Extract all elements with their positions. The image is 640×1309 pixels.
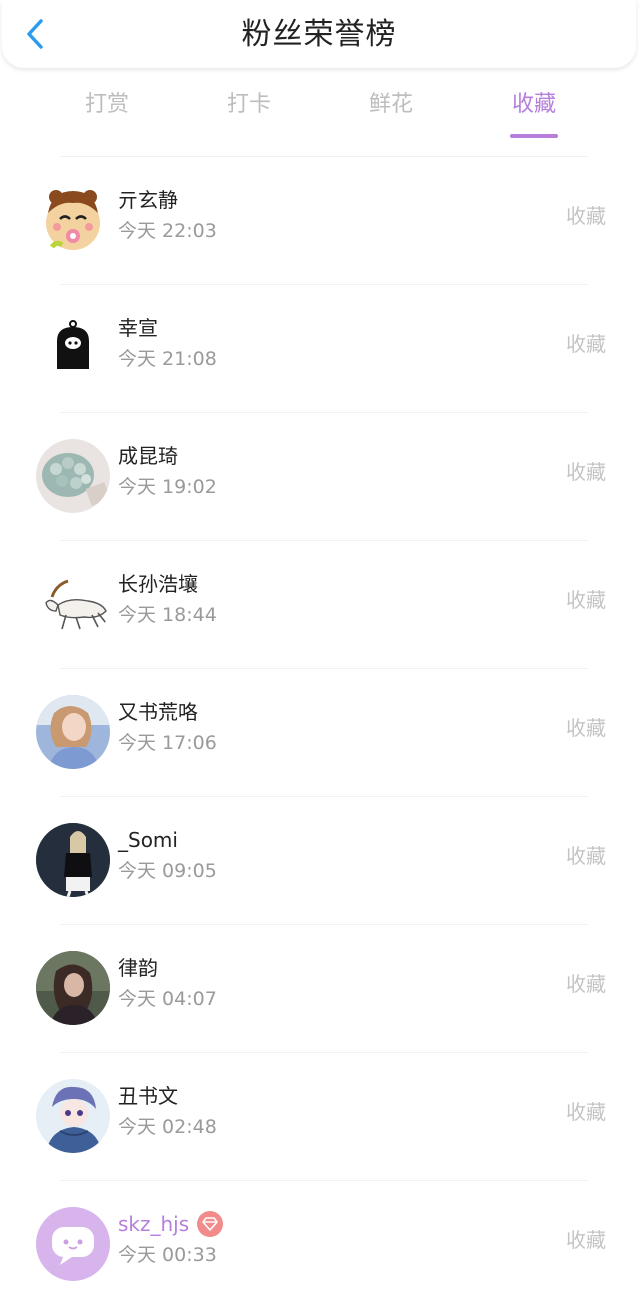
flower-bouquet-avatar[interactable]	[36, 439, 110, 513]
tab-favorites-label: 收藏	[511, 92, 556, 117]
dark-portrait-avatar[interactable]	[36, 951, 110, 1025]
list-item[interactable]: skz_hjs 今天 00:33 收藏	[0, 1181, 640, 1309]
fan-name[interactable]: skz_hjs	[118, 1209, 189, 1239]
fan-name[interactable]: 律韵	[118, 953, 158, 983]
fan-time: 今天 17:06	[118, 732, 217, 754]
action-label: 收藏	[566, 588, 606, 612]
fan-name[interactable]: 亓玄静	[118, 185, 178, 215]
action-label: 收藏	[566, 332, 606, 356]
fan-list: 亓玄静 今天 22:03 收藏 幸宣 今天 21:08 收藏 成昆琦 今天 19…	[0, 157, 640, 1309]
action-label: 收藏	[566, 844, 606, 868]
page-title: 粉丝荣誉榜	[241, 17, 397, 52]
name-line: 丑书文	[118, 1081, 178, 1111]
anime-boy-avatar[interactable]	[36, 1079, 110, 1153]
tab-bar: 打赏 打卡 鲜花 收藏	[0, 84, 640, 144]
tab-flowers[interactable]: 鲜花	[341, 90, 441, 120]
action-label: 收藏	[566, 1100, 606, 1124]
fan-time: 今天 22:03	[118, 220, 217, 242]
action-label: 收藏	[566, 460, 606, 484]
fan-time: 今天 19:02	[118, 476, 217, 498]
tab-reward[interactable]: 打赏	[57, 90, 157, 120]
name-line: _Somi	[118, 825, 178, 855]
fan-name[interactable]: _Somi	[118, 825, 178, 855]
fan-time: 今天 00:33	[118, 1244, 217, 1266]
action-label: 收藏	[566, 204, 606, 228]
list-item[interactable]: 律韵 今天 04:07 收藏	[0, 925, 640, 1053]
list-item[interactable]: 幸宣 今天 21:08 收藏	[0, 285, 640, 413]
action-label: 收藏	[566, 1228, 606, 1252]
diamond-vip-icon	[197, 1211, 224, 1237]
fan-name[interactable]: 幸宣	[118, 313, 158, 343]
list-item[interactable]: 又书荒咯 今天 17:06 收藏	[0, 669, 640, 797]
header-bar: 粉丝荣誉榜	[2, 0, 636, 68]
fan-name[interactable]: 长孙浩壤	[118, 569, 198, 599]
girl-photo-avatar[interactable]	[36, 695, 110, 769]
list-item[interactable]: 亓玄静 今天 22:03 收藏	[0, 157, 640, 285]
list-item[interactable]: _Somi 今天 09:05 收藏	[0, 797, 640, 925]
action-label: 收藏	[566, 716, 606, 740]
black-ghost-avatar[interactable]	[36, 311, 110, 385]
fan-time: 今天 09:05	[118, 860, 217, 882]
fan-time: 今天 04:07	[118, 988, 217, 1010]
name-line: 亓玄静	[118, 185, 178, 215]
list-item[interactable]: 成昆琦 今天 19:02 收藏	[0, 413, 640, 541]
list-item[interactable]: 丑书文 今天 02:48 收藏	[0, 1053, 640, 1181]
chat-bubble-avatar[interactable]	[36, 1207, 110, 1281]
name-line: skz_hjs	[118, 1209, 224, 1239]
fan-time: 今天 02:48	[118, 1116, 217, 1138]
list-item[interactable]: 长孙浩壤 今天 18:44 收藏	[0, 541, 640, 669]
tab-favorites[interactable]: 收藏	[484, 90, 584, 138]
name-line: 长孙浩壤	[118, 569, 198, 599]
cartoon-baby-avatar[interactable]	[36, 183, 110, 257]
goat-drawing-avatar[interactable]	[36, 567, 110, 641]
fan-name[interactable]: 又书荒咯	[118, 697, 198, 727]
action-label: 收藏	[566, 972, 606, 996]
fan-time: 今天 21:08	[118, 348, 217, 370]
active-tab-indicator	[510, 134, 558, 138]
name-line: 律韵	[118, 953, 158, 983]
fan-name[interactable]: 成昆琦	[118, 441, 178, 471]
fan-name[interactable]: 丑书文	[118, 1081, 178, 1111]
name-line: 又书荒咯	[118, 697, 198, 727]
fan-time: 今天 18:44	[118, 604, 217, 626]
tab-checkin[interactable]: 打卡	[199, 90, 299, 120]
name-line: 成昆琦	[118, 441, 178, 471]
stage-performer-avatar[interactable]	[36, 823, 110, 897]
name-line: 幸宣	[118, 313, 158, 343]
